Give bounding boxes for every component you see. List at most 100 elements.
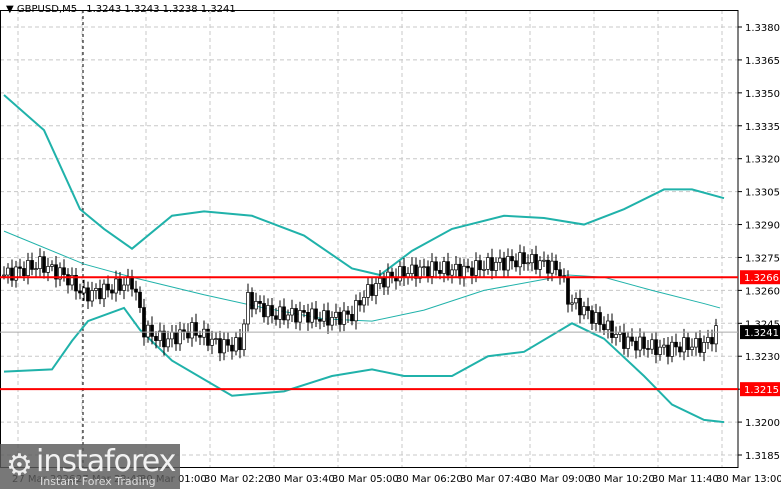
candle (14, 266, 18, 281)
candle (382, 277, 386, 288)
candle (434, 261, 438, 271)
candle (486, 257, 490, 270)
candle (118, 278, 122, 291)
candle (302, 310, 306, 313)
candle (646, 348, 650, 350)
candle (522, 252, 526, 265)
candle (426, 266, 430, 277)
candle (122, 284, 126, 291)
x-tick-label: 30 Mar 05:00 (332, 474, 399, 485)
candle (586, 306, 590, 311)
candle (638, 336, 642, 351)
candle (682, 337, 686, 353)
candle (186, 331, 190, 339)
candle (582, 306, 586, 316)
candle (350, 313, 354, 322)
candle (98, 288, 102, 300)
candle (202, 328, 206, 338)
candle (242, 323, 246, 351)
candle (218, 338, 222, 354)
level-price-label: 1.3215 (744, 385, 779, 396)
y-tick-label: 1.3200 (745, 418, 780, 429)
candle (698, 338, 702, 353)
price-chart[interactable]: 1.3380 1.3365 1.3350 1.3335 1.3320 1.3305 1.32… (0, 0, 781, 489)
candle (494, 261, 498, 271)
x-tick-label: 30 Mar 13:00 (716, 474, 781, 485)
candle (182, 329, 186, 333)
candle (410, 264, 414, 274)
ohlc-values: 1.3243 1.3243 1.3238 1.3241 (86, 4, 236, 15)
candle (630, 336, 634, 342)
candle (374, 283, 378, 296)
candle (246, 292, 250, 325)
candle (658, 346, 662, 355)
candle (710, 337, 714, 345)
candle (270, 305, 274, 317)
candle (598, 312, 602, 325)
candle (666, 344, 670, 357)
candle (250, 292, 254, 310)
candle (498, 257, 502, 263)
candle (510, 256, 514, 262)
chart-window[interactable]: 1.3380 1.3365 1.3350 1.3335 1.3320 1.3305 1.32… (0, 0, 781, 489)
candle (366, 284, 370, 298)
candle (482, 268, 486, 271)
candle (378, 277, 382, 284)
candle (442, 261, 446, 274)
candle (678, 346, 682, 353)
candle (226, 339, 230, 346)
candle (230, 344, 234, 352)
candle (466, 265, 470, 269)
candle (46, 266, 50, 273)
candle (546, 259, 550, 274)
candle (706, 337, 710, 343)
candle (622, 331, 626, 349)
candle (454, 263, 458, 271)
candle (190, 322, 194, 339)
candle (66, 274, 70, 286)
candle (610, 320, 614, 338)
candle (114, 278, 118, 294)
candle (50, 264, 54, 267)
candle (502, 257, 506, 271)
candle (670, 341, 674, 357)
candle (346, 310, 350, 315)
candle (274, 315, 278, 320)
candle (310, 308, 314, 323)
candle (238, 337, 242, 351)
candle (154, 336, 158, 341)
candle (578, 297, 582, 316)
candle (38, 256, 42, 269)
candle (278, 306, 282, 320)
candle (22, 268, 26, 277)
y-tick-label: 1.3185 (745, 451, 780, 462)
candle (110, 289, 114, 294)
candle (222, 339, 226, 354)
candle (594, 312, 598, 324)
candle (94, 288, 98, 291)
x-tick-label: 30 Mar 06:20 (396, 474, 463, 485)
candle (470, 267, 474, 276)
candle (574, 297, 578, 304)
candle (506, 256, 510, 271)
candle (290, 308, 294, 316)
candle (662, 344, 666, 348)
candle (282, 306, 286, 321)
candle (42, 256, 46, 273)
candle (690, 346, 694, 350)
candle (214, 338, 218, 340)
candle (286, 314, 290, 321)
y-tick-label: 1.3335 (745, 122, 780, 133)
candle (542, 259, 546, 262)
candle (62, 267, 66, 275)
candle (474, 260, 478, 276)
candle (30, 260, 34, 270)
x-tick-label: 30 Mar 03:40 (268, 474, 335, 485)
candle (34, 268, 38, 270)
y-tick-label: 1.3275 (745, 253, 780, 264)
y-tick-label: 1.3260 (745, 286, 780, 297)
candle (298, 310, 302, 323)
candle (606, 320, 610, 331)
collapse-triangle-icon[interactable]: ▼ (6, 4, 14, 15)
candle (478, 260, 482, 271)
